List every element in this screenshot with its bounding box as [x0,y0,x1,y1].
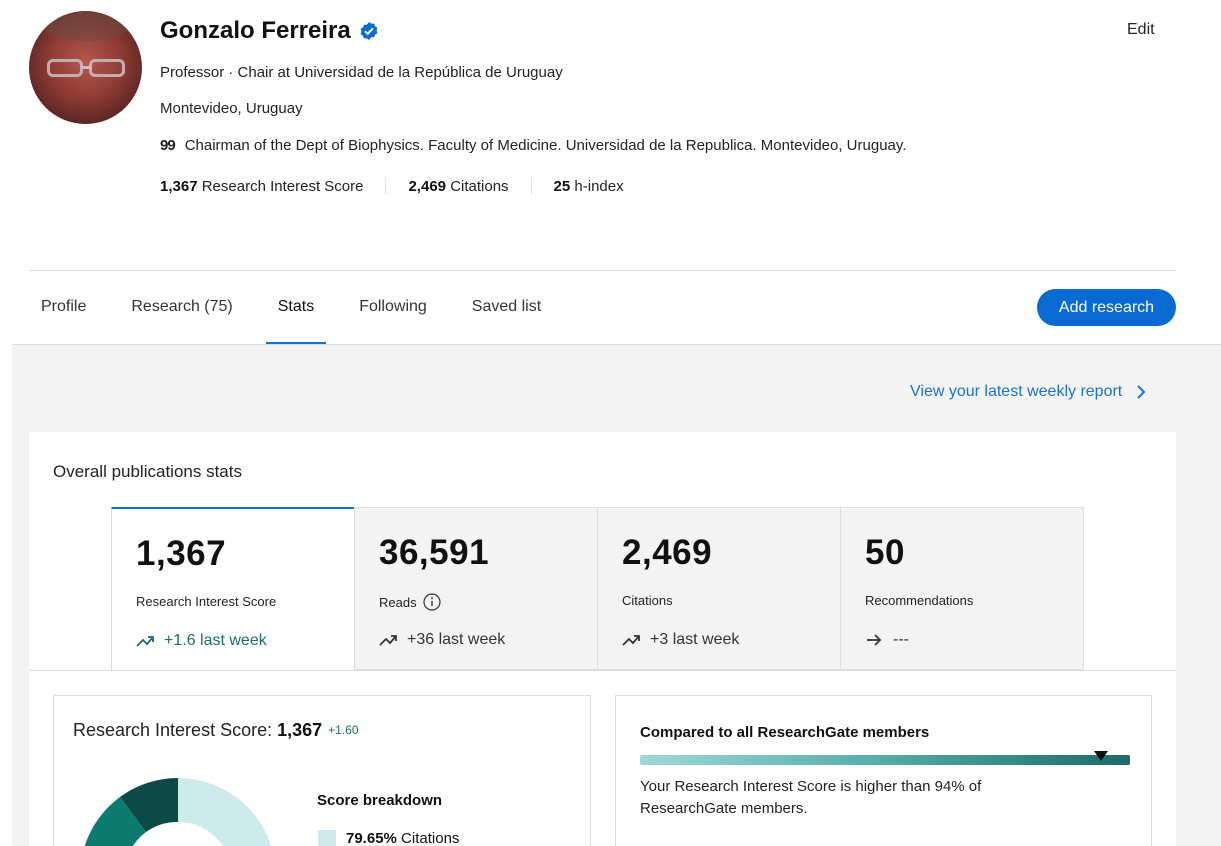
donut-segment-citations [178,778,272,846]
weekly-report-link[interactable]: View your latest weekly report [910,383,1146,401]
score-donut-chart [84,778,272,846]
metric-h-index[interactable]: 25 h-index [530,178,646,195]
stat-citations[interactable]: 2,469 Citations +3 last week [597,507,841,670]
trending-up-icon [622,635,640,646]
breakdown-row: 79.65% Citations [318,830,459,846]
trending-up-icon [136,636,154,647]
tab-research[interactable]: Research (75) [119,285,244,345]
quote-icon: 99 [160,137,176,154]
profile-name-text: Gonzalo Ferreira [160,17,351,44]
profile-bio-text: Chairman of the Dept of Biophysics. Facu… [184,137,907,154]
metric-research-interest[interactable]: 1,367 Research Interest Score [160,178,385,195]
profile-position: Professor · Chair at Universidad de la R… [160,64,563,81]
stat-trend: +1.6 last week [136,632,267,650]
stat-label: Citations [622,593,673,608]
stat-value: 50 [865,533,905,572]
compare-text: Your Research Interest Score is higher t… [640,778,982,817]
weekly-report-label: View your latest weekly report [910,383,1123,400]
stat-trend: +36 last week [379,631,505,649]
edit-profile-button[interactable]: Edit [1127,21,1155,39]
ris-title: Research Interest Score: 1,367 +1.60 [73,720,359,740]
percentile-marker-icon [1093,751,1108,761]
profile-name: Gonzalo Ferreira [160,17,379,45]
overall-stats-title: Overall publications stats [53,462,242,481]
add-research-button[interactable]: Add research [1037,289,1176,326]
stat-value: 2,469 [622,533,713,572]
trending-up-icon [379,635,397,646]
chevron-right-icon [1137,385,1146,399]
stat-trend: +3 last week [622,631,739,649]
stat-research-interest[interactable]: 1,367 Research Interest Score +1.6 last … [111,507,355,670]
ris-score: 1,367 [277,720,323,740]
compare-title: Compared to all ResearchGate members [640,724,930,741]
stat-label: Recommendations [865,593,974,608]
stat-value: 36,591 [379,533,490,572]
tab-stats[interactable]: Stats [265,285,327,345]
stat-recommendations[interactable]: 50 Recommendations --- [840,507,1084,670]
tab-following[interactable]: Following [347,285,439,345]
header-divider [29,270,1176,271]
ris-delta: +1.60 [328,723,359,737]
profile-tabs: Profile Research (75) Stats Following Sa… [29,285,574,345]
stat-label: Reads [379,593,441,611]
info-icon[interactable] [422,593,441,611]
tab-saved-list[interactable]: Saved list [460,285,553,345]
profile-location: Montevideo, Uruguay [160,100,303,117]
stat-trend: --- [865,631,909,649]
legend-swatch [318,830,336,846]
profile-bio: 99 Chairman of the Dept of Biophysics. F… [160,137,906,154]
stat-reads[interactable]: 36,591 Reads +36 last week [354,507,598,670]
overall-stats-card: Overall publications stats 1,367 Researc… [29,432,1176,846]
avatar[interactable] [29,11,142,124]
metric-citations[interactable]: 2,469 Citations [385,178,530,195]
stat-label: Research Interest Score [136,594,277,609]
verified-badge-icon [360,22,378,40]
compare-panel: Compared to all ResearchGate members You… [615,695,1152,846]
ris-panel: Research Interest Score: 1,367 +1.60 Scor… [53,695,591,846]
stat-value: 1,367 [136,534,227,573]
breakdown-title: Score breakdown [317,792,443,809]
percentile-bar [640,755,1130,765]
tab-profile[interactable]: Profile [29,285,98,345]
profile-header: Gonzalo Ferreira Edit Professor · Chair … [0,0,1221,345]
stats-divider [29,670,1176,671]
arrow-right-icon [867,634,882,646]
profile-metrics: 1,367 Research Interest Score 2,469 Cita… [160,178,646,195]
